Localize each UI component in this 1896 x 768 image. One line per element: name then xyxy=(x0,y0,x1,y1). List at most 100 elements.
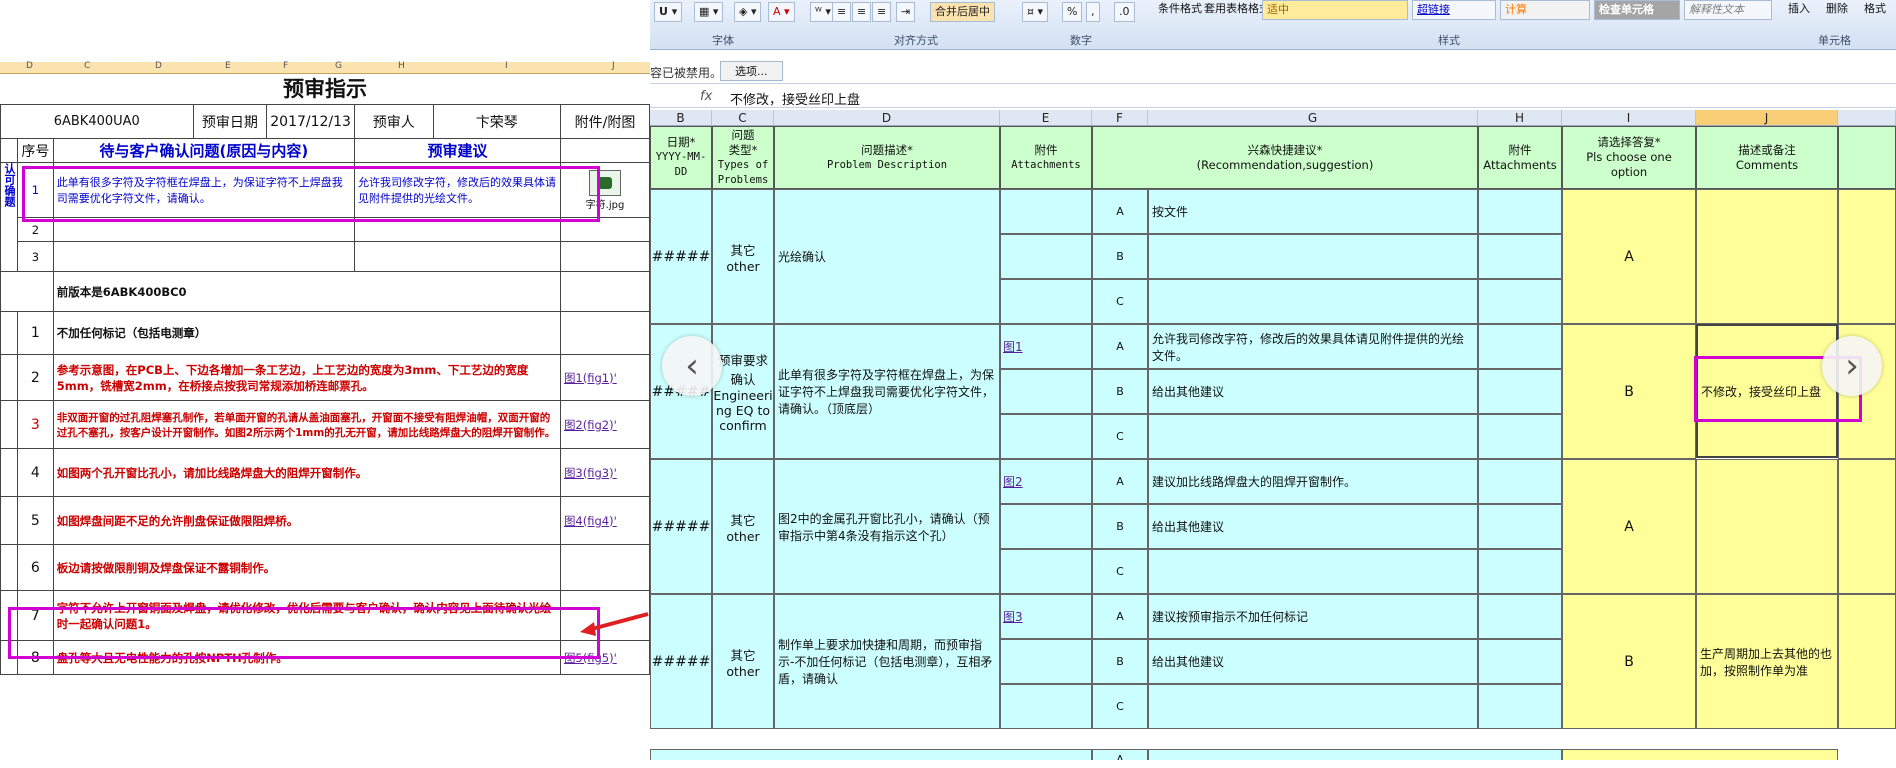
option-text[interactable] xyxy=(1148,549,1478,594)
figure-link[interactable]: 图3 xyxy=(1001,608,1023,625)
align-right-icon[interactable]: ≡ xyxy=(872,2,892,22)
comma-icon[interactable]: , xyxy=(1086,2,1100,22)
answer-cell[interactable]: A xyxy=(1562,189,1696,324)
attachment-cell-2[interactable] xyxy=(1478,459,1562,504)
attachment-cell-2[interactable] xyxy=(1478,684,1562,729)
attachment-cell[interactable] xyxy=(1000,504,1092,549)
next-arrow-icon[interactable]: › xyxy=(1822,336,1882,396)
figure-link[interactable]: 图2 xyxy=(1001,473,1023,490)
col-letter[interactable]: B xyxy=(650,110,712,126)
attachment-cell-2[interactable] xyxy=(1478,414,1562,459)
currency-icon[interactable]: ¤ ▾ xyxy=(1022,2,1049,22)
instruction-link[interactable] xyxy=(559,544,650,591)
type-cell[interactable]: 其它 other xyxy=(712,594,774,729)
attachment-cell-2[interactable] xyxy=(1478,234,1562,279)
align-center-icon[interactable]: ≡ xyxy=(852,2,872,22)
attachment-cell[interactable] xyxy=(1000,549,1092,594)
option-text[interactable]: 允许我司修改字符，修改后的效果具体请见附件提供的光绘文件。 xyxy=(1148,324,1478,369)
col-letter[interactable]: F xyxy=(1092,110,1148,126)
attachment-cell[interactable] xyxy=(1000,189,1092,234)
attachment-cell[interactable]: 图3 xyxy=(1000,594,1092,639)
option-text[interactable] xyxy=(1148,234,1478,279)
attachment-cell-2[interactable] xyxy=(1478,504,1562,549)
style-hyperlink[interactable]: 超链接 xyxy=(1412,0,1496,20)
style-check-cell[interactable]: 检查单元格 xyxy=(1594,0,1680,20)
prev-arrow-icon[interactable]: ‹ xyxy=(662,336,722,396)
instruction-text[interactable]: 字符不允许上开窗铜面及焊盘，请优化修改，优化后需要与客户确认，确认内容见上面待确… xyxy=(52,590,561,641)
option-text[interactable]: 按文件 xyxy=(1148,189,1478,234)
attachment-cell[interactable] xyxy=(1000,279,1092,324)
table-format-button[interactable]: 套用表格格式 xyxy=(1204,0,1270,16)
option-text[interactable]: 给出其他建议 xyxy=(1148,369,1478,414)
delete-button[interactable]: 删除 xyxy=(1826,0,1848,16)
instruction-text[interactable]: 如图两个孔开窗比孔小，请加比线路焊盘大的阻焊开窗制作。 xyxy=(52,448,561,497)
attachment-cell-2[interactable] xyxy=(1478,594,1562,639)
comment-cell[interactable] xyxy=(1696,189,1838,324)
confirm-row-issue[interactable]: 此单有很多字符及字符框在焊盘上，为保证字符不上焊盘我司需要优化字符文件，请确认。 xyxy=(52,162,355,218)
option-text[interactable] xyxy=(1148,684,1478,729)
answer-cell[interactable]: B xyxy=(1562,594,1696,729)
comment-cell[interactable] xyxy=(1696,459,1838,594)
confirm-row-issue[interactable] xyxy=(52,241,355,272)
attachment-cell[interactable] xyxy=(1000,684,1092,729)
fx-icon[interactable]: fx xyxy=(700,89,712,104)
percent-button[interactable]: % xyxy=(1062,2,1083,22)
date-cell[interactable]: ##### xyxy=(650,594,712,729)
insert-button[interactable]: 插入 xyxy=(1788,0,1810,16)
option-text[interactable] xyxy=(1148,414,1478,459)
attachment-cell[interactable] xyxy=(1000,414,1092,459)
option-text[interactable]: 建议按预审指示不加任何标记 xyxy=(1148,594,1478,639)
date-value[interactable]: 2017/12/13 xyxy=(266,104,355,139)
description-cell[interactable]: 图2中的金属孔开窗比孔小，请确认（预审指示中第4条没有指示这个孔） xyxy=(774,459,1000,594)
type-cell[interactable]: 预审要求 确认 Engineeri ng EQ to confirm xyxy=(712,324,774,459)
instruction-text[interactable]: 如图焊盘间距不足的允许削盘保证做限阻焊桥。 xyxy=(52,496,561,545)
attachment-cell[interactable] xyxy=(1000,639,1092,684)
answer-cell[interactable]: B xyxy=(1562,324,1696,459)
col-letter[interactable]: E xyxy=(1000,110,1092,126)
conditional-format-button[interactable]: 条件格式 xyxy=(1158,0,1202,16)
attachment-cell-2[interactable] xyxy=(1478,369,1562,414)
formula-input[interactable]: 不修改，接受丝印上盘 xyxy=(730,89,860,108)
figure-link[interactable]: 图1 xyxy=(1001,338,1023,355)
model-number[interactable]: 6ABK400UA0 xyxy=(0,104,194,139)
instruction-text[interactable]: 不加任何标记（包括电测章） xyxy=(52,311,561,355)
underline-button[interactable]: U ▾ xyxy=(654,2,683,22)
attachment-cell-2[interactable] xyxy=(1478,189,1562,234)
format-button[interactable]: 格式 xyxy=(1864,0,1886,16)
merge-center-button[interactable]: 合并后居中 xyxy=(930,2,995,22)
instruction-link[interactable]: 图4(fig4)' xyxy=(559,496,650,545)
type-cell[interactable]: 其它 other xyxy=(712,189,774,324)
attachment-cell-2[interactable] xyxy=(1478,324,1562,369)
options-button[interactable]: 选项... xyxy=(720,61,783,81)
answer-cell[interactable]: A xyxy=(1562,459,1696,594)
fill-color-icon[interactable]: ◈ ▾ xyxy=(734,2,762,22)
col-letter-extra[interactable] xyxy=(1838,110,1896,126)
confirm-row-advice[interactable]: 允许我司修改字符，修改后的效果具体请见附件提供的光绘文件。 xyxy=(353,162,561,218)
col-letter[interactable]: D xyxy=(774,110,1000,126)
option-text[interactable] xyxy=(1148,279,1478,324)
person-value[interactable]: 卞荣琴 xyxy=(432,104,561,139)
attachment-cell[interactable] xyxy=(1000,369,1092,414)
style-calc[interactable]: 计算 xyxy=(1500,0,1590,20)
col-letter[interactable]: C xyxy=(712,110,774,126)
instruction-link[interactable] xyxy=(559,311,650,355)
confirm-row-advice[interactable] xyxy=(353,217,561,242)
comment-cell[interactable]: 生产周期加上去其他的也加，按照制作单为准 xyxy=(1696,594,1838,729)
instruction-text[interactable]: 盘孔等大且无电性能力的孔按NPTH孔制作。 xyxy=(52,640,561,675)
instruction-text[interactable]: 板边请按做限削铜及焊盘保证不露铜制作。 xyxy=(52,544,561,591)
col-letter[interactable]: H xyxy=(1478,110,1562,126)
instruction-text[interactable]: 非双面开窗的过孔阻焊塞孔制作，若单面开窗的孔请从盖油面塞孔，开窗面不接受有阻焊油… xyxy=(52,400,561,449)
confirm-row-issue[interactable] xyxy=(52,217,355,242)
attachment-cell[interactable]: 图2 xyxy=(1000,459,1092,504)
type-cell[interactable]: 其它 other xyxy=(712,459,774,594)
instruction-link[interactable]: 图3(fig3)' xyxy=(559,448,650,497)
attachment-cell-2[interactable] xyxy=(1478,639,1562,684)
option-text[interactable]: 给出其他建议 xyxy=(1148,504,1478,549)
option-text[interactable]: 建议加比线路焊盘大的阻焊开窗制作。 xyxy=(1148,459,1478,504)
description-cell[interactable]: 此单有很多字符及字符框在焊盘上，为保证字符不上焊盘我司需要优化字符文件，请确认。… xyxy=(774,324,1000,459)
comment-cell[interactable]: 不修改，接受丝印上盘 xyxy=(1696,324,1838,458)
instruction-text[interactable]: 参考示意图，在PCB上、下边各增加一条工艺边，上工艺边的宽度为3mm、下工艺边的… xyxy=(52,354,561,401)
instruction-link[interactable]: 图1(fig1)' xyxy=(559,354,650,401)
attachment-cell-2[interactable] xyxy=(1478,279,1562,324)
date-cell[interactable]: ##### xyxy=(650,459,712,594)
